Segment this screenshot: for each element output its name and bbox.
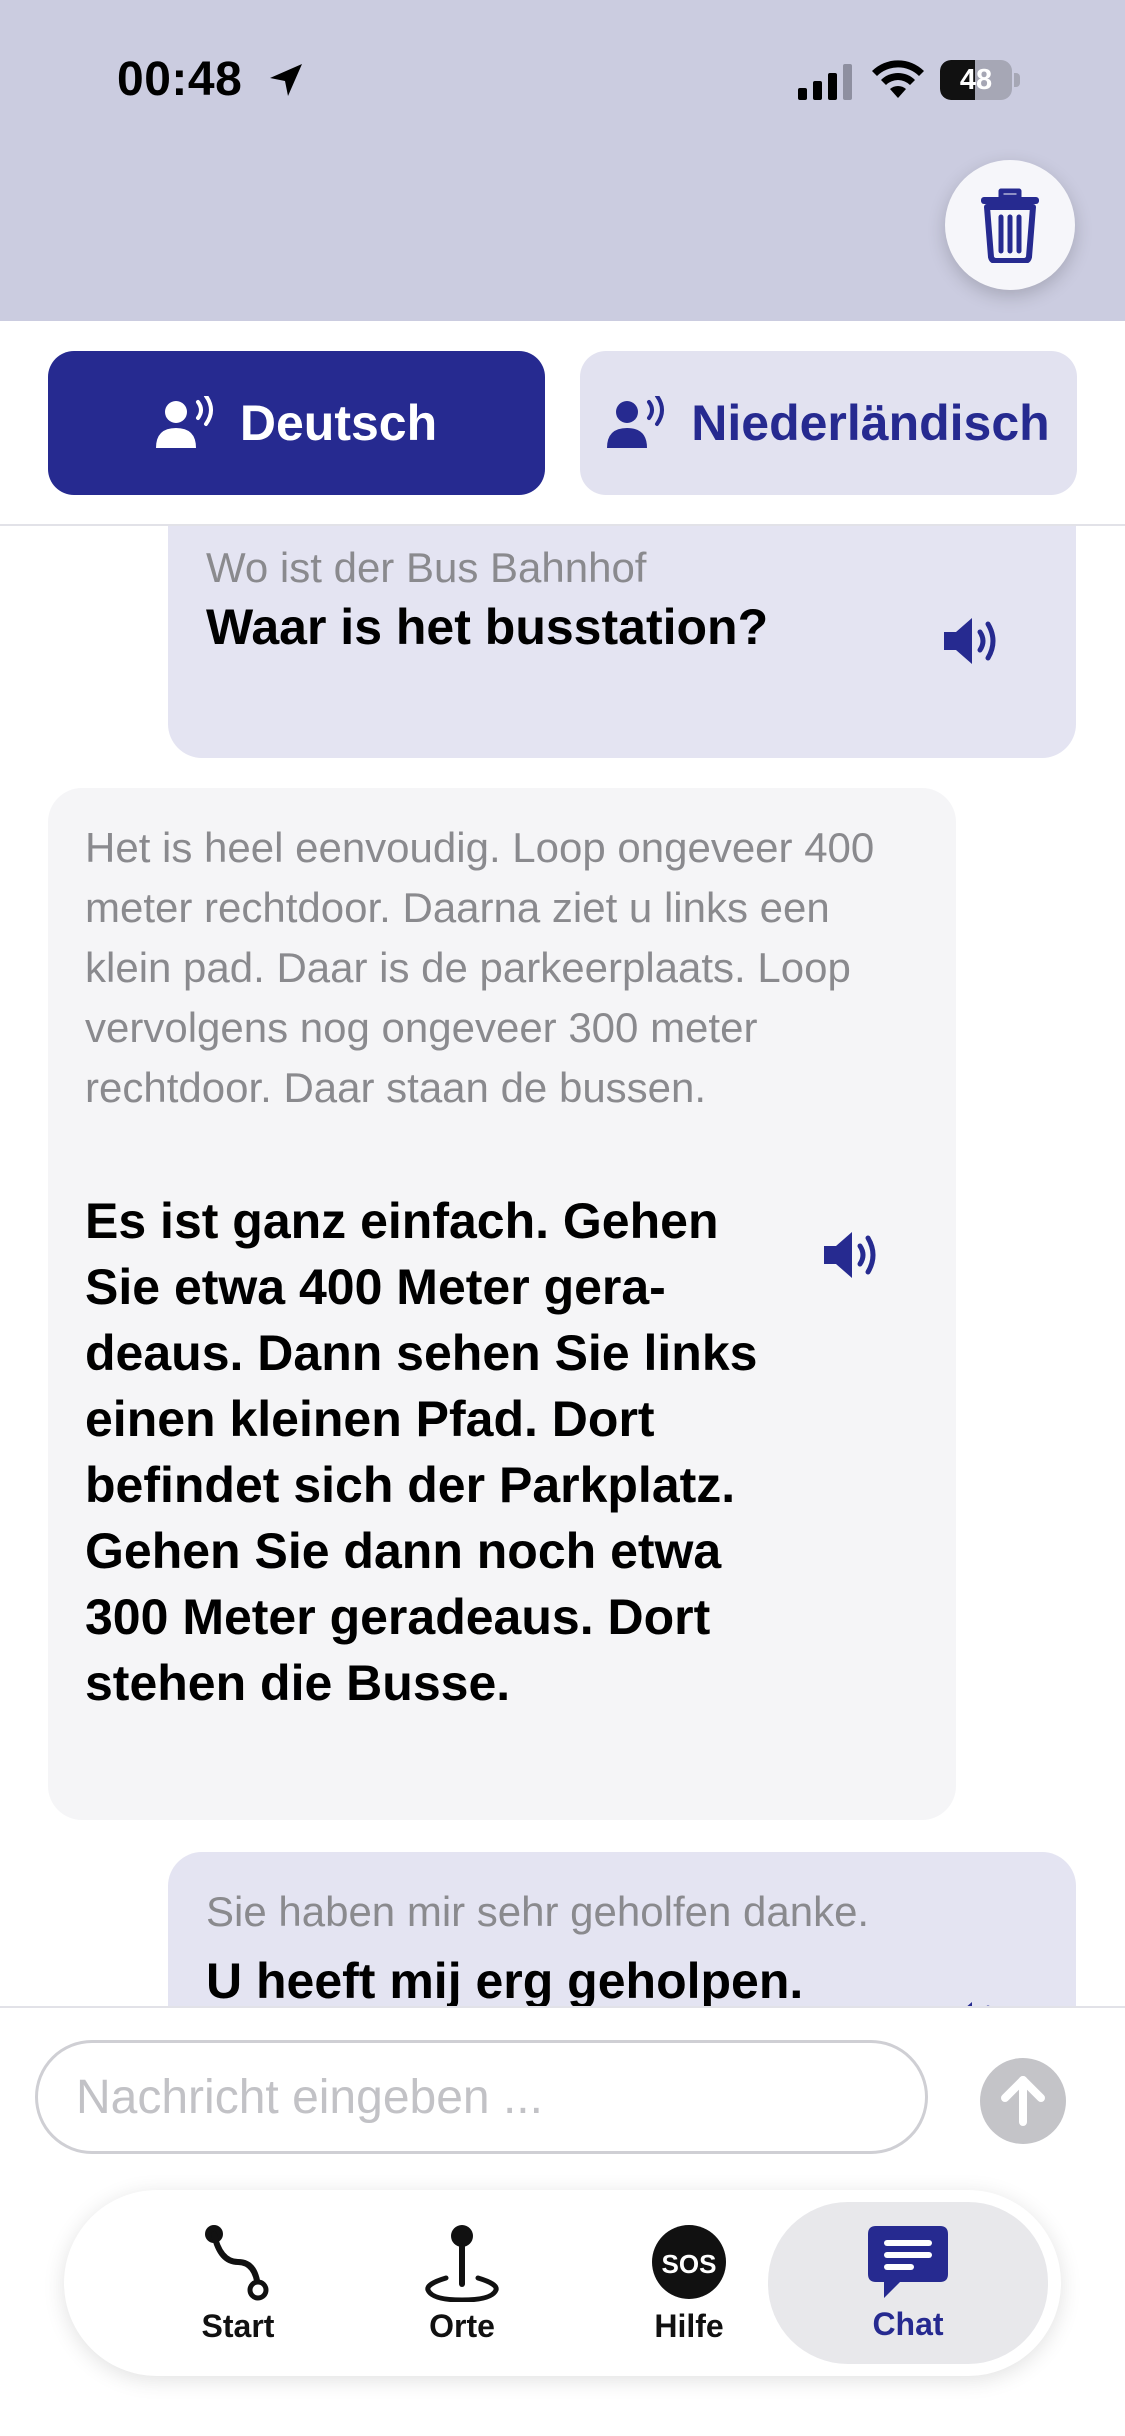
cellular-signal-icon — [798, 64, 852, 100]
battery-indicator: 48 — [940, 60, 1020, 100]
composer-area: Start Orte SOS Hilfe Chat — [0, 2006, 1125, 2436]
wifi-icon — [872, 60, 924, 98]
source-language-label: Deutsch — [239, 395, 438, 451]
map-pin-icon — [425, 2224, 499, 2302]
svg-text:SOS: SOS — [662, 2249, 717, 2279]
tab-orte[interactable]: Orte — [352, 2190, 572, 2376]
language-selector: Deutsch Niederländisch — [0, 321, 1125, 526]
arrow-up-icon — [1001, 2076, 1045, 2126]
chat-icon — [868, 2225, 948, 2298]
message-original-text: Wo ist der Bus Bahnhof — [206, 544, 647, 591]
location-arrow-icon — [270, 64, 302, 96]
tab-label: Hilfe — [654, 2307, 724, 2344]
speaker-icon[interactable] — [822, 1228, 886, 1282]
tab-label: Orte — [429, 2307, 495, 2344]
clear-chat-button[interactable] — [945, 160, 1075, 290]
message-input[interactable] — [35, 2040, 928, 2154]
tab-hilfe[interactable]: SOS Hilfe — [579, 2190, 799, 2376]
speaker-person-icon — [155, 396, 213, 448]
target-language-label: Niederländisch — [691, 395, 1050, 451]
tab-start[interactable]: Start — [128, 2190, 348, 2376]
send-button[interactable] — [980, 2058, 1066, 2144]
message-bubble-outgoing: Wo ist der Bus Bahnhof Waar is het busst… — [168, 526, 1076, 758]
target-language-button[interactable]: Niederländisch — [580, 351, 1077, 495]
speaker-icon[interactable] — [942, 1998, 1006, 2006]
message-bubble-outgoing: Sie haben mir sehr geholfen danke. U hee… — [168, 1852, 1076, 2006]
message-original-text: Het is heel eenvoudig. Loop ongeveer 400… — [85, 824, 875, 1111]
source-language-button[interactable]: Deutsch — [48, 351, 545, 495]
tab-label: Chat — [872, 2305, 944, 2342]
message-bubble-incoming: Het is heel eenvoudig. Loop ongeveer 400… — [48, 788, 956, 1820]
tab-bar: Start Orte SOS Hilfe Chat — [64, 2190, 1061, 2376]
battery-percent: 48 — [959, 64, 993, 96]
message-original-text: Sie haben mir sehr geholfen danke. — [206, 1888, 870, 1935]
message-translated-text: U heeft mij erg geholpen. — [206, 1953, 804, 2006]
speaker-icon[interactable] — [942, 614, 1006, 668]
trash-icon — [981, 188, 1039, 263]
speaker-person-icon — [607, 396, 665, 448]
status-time: 00:48 — [117, 53, 243, 106]
sos-icon: SOS — [652, 2224, 726, 2299]
header: 00:48 48 — [0, 0, 1125, 321]
message-translated-text: Waar is het busstation? — [206, 599, 769, 655]
tab-chat[interactable]: Chat — [768, 2202, 1048, 2364]
route-icon — [205, 2224, 269, 2300]
tab-label: Start — [201, 2307, 275, 2344]
message-translated-text: Es ist ganz einfach. Gehen Sie etwa 400 … — [85, 1193, 758, 1711]
chat-messages[interactable]: Wo ist der Bus Bahnhof Waar is het busst… — [0, 526, 1125, 2006]
